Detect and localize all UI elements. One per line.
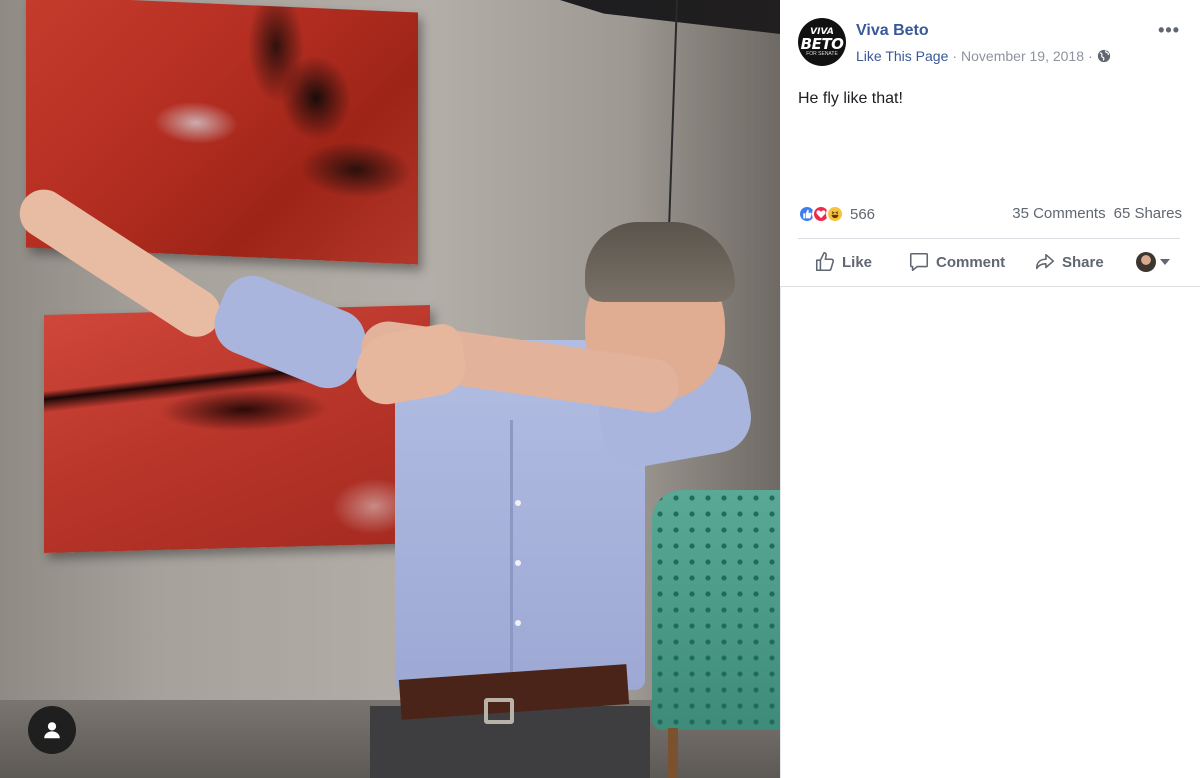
comment-label: Comment (936, 253, 1006, 271)
haha-reaction-icon (826, 205, 844, 223)
extended-arm (10, 180, 230, 346)
belt-buckle (484, 698, 514, 724)
meta-separator: · (1088, 48, 1093, 64)
shirt-button (515, 620, 521, 626)
comments-count-link[interactable]: 35 Comments (1012, 205, 1105, 222)
logo-text-bottom: FOR SENATE (806, 50, 838, 57)
left-sleeve (205, 266, 375, 398)
panel-border (780, 286, 781, 778)
engagement-counts: 35 Comments 65 Shares (1012, 205, 1182, 222)
comment-bubble-icon (909, 252, 929, 272)
shares-count-link[interactable]: 65 Shares (1114, 205, 1182, 222)
share-arrow-icon (1035, 253, 1055, 270)
chevron-down-icon (1160, 259, 1170, 265)
post-actions: Like Comment Share (798, 246, 1182, 278)
post-header: VIVA BETO FOR SENATE Viva Beto Like This… (798, 18, 1182, 68)
panel-divider (780, 286, 1200, 287)
react-as-selector[interactable] (1136, 246, 1170, 278)
post-photo[interactable] (0, 0, 780, 778)
meta-separator: · (952, 48, 958, 64)
more-options-icon[interactable]: ••• (1158, 20, 1180, 41)
logo-text-main: BETO (800, 34, 844, 53)
post-panel (780, 0, 1200, 778)
reactions-summary[interactable]: 566 (798, 205, 875, 223)
shirt-button (515, 500, 521, 506)
like-page-link[interactable]: Like This Page (856, 48, 948, 64)
page-logo[interactable]: VIVA BETO FOR SENATE (798, 18, 846, 66)
stats-divider (798, 238, 1180, 239)
post-stats: 566 35 Comments 65 Shares (798, 203, 1182, 227)
like-button[interactable]: Like (814, 246, 872, 278)
page-name-link[interactable]: Viva Beto (856, 22, 929, 40)
globe-icon[interactable] (1097, 49, 1111, 63)
comment-button[interactable]: Comment (908, 246, 1005, 278)
shirt-button (515, 560, 521, 566)
hair (585, 222, 735, 302)
post-date[interactable]: November 19, 2018 (961, 48, 1084, 64)
reaction-count: 566 (850, 205, 876, 223)
dabbing-person (0, 0, 780, 778)
share-button[interactable]: Share (1034, 246, 1104, 278)
shirt-placket (510, 420, 513, 680)
share-label: Share (1062, 253, 1104, 271)
like-label: Like (842, 253, 873, 271)
thumbs-up-icon (815, 252, 835, 272)
person-icon[interactable] (28, 706, 76, 754)
post-message: He fly like that! (798, 90, 903, 107)
post-meta: Like This Page · November 19, 2018 · (856, 48, 1111, 64)
avatar (1136, 252, 1156, 272)
